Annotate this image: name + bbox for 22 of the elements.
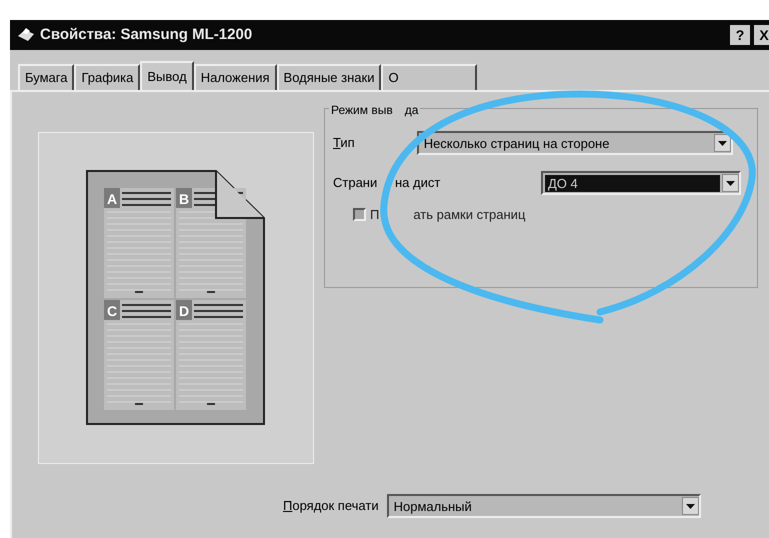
- tab[interactable]: Бумага: [18, 64, 74, 90]
- pages-label: на дист: [395, 174, 442, 192]
- window-title: Свойства: Samsung ML-1200: [40, 24, 254, 45]
- checkbox-label: ать рамки страниц: [413, 206, 526, 224]
- checkbox-label: П: [370, 206, 380, 224]
- tab[interactable]: О: [381, 64, 478, 90]
- group-title: Режим выв: [331, 102, 393, 119]
- tab[interactable]: Вывод: [140, 61, 194, 91]
- type-dropdown[interactable]: Несколько страниц на стороне: [416, 131, 733, 155]
- pages-dropdown[interactable]: ДО 4: [541, 171, 741, 195]
- tab[interactable]: Водяные знаки: [276, 64, 382, 90]
- printer-icon: [16, 27, 36, 43]
- print-order-label: Порядок печати: [283, 497, 379, 516]
- page-layout-drawing: A B C D: [86, 170, 266, 426]
- tab[interactable]: Графика: [74, 64, 140, 90]
- pages-label: Страни: [333, 174, 378, 192]
- print-order-dropdown[interactable]: Нормальный: [386, 494, 701, 518]
- close-button[interactable]: X: [754, 25, 769, 45]
- group-title: да: [404, 102, 418, 119]
- tab[interactable]: Наложения: [194, 64, 277, 90]
- help-button[interactable]: ?: [730, 25, 750, 45]
- type-label: Тип: [333, 134, 355, 152]
